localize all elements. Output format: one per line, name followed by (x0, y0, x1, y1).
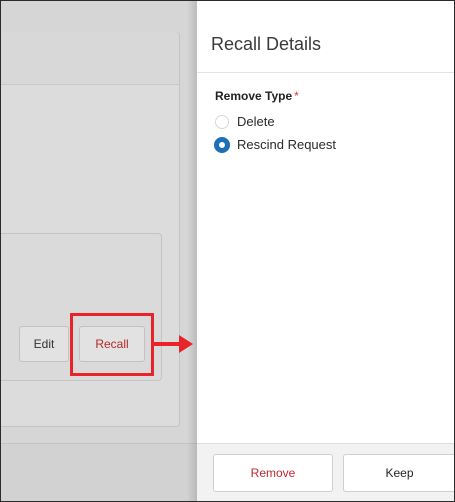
screenshot-frame: Edit Recall Recall Details Remove Type * … (0, 0, 455, 502)
radio-option-rescind-request[interactable]: Rescind Request (215, 137, 336, 152)
recall-details-panel: Recall Details Remove Type * Delete Resci… (197, 1, 454, 501)
background-footer (1, 443, 197, 501)
edit-button[interactable]: Edit (19, 326, 69, 362)
callout-arrow-icon (179, 335, 193, 353)
panel-shadow (187, 1, 197, 501)
panel-header: Recall Details (197, 1, 454, 73)
keep-button[interactable]: Keep (343, 454, 454, 492)
remove-type-label-text: Remove Type (215, 89, 293, 103)
panel-footer: Remove Keep (197, 443, 454, 501)
radio-option-label: Delete (237, 114, 275, 129)
radio-option-delete[interactable]: Delete (215, 114, 275, 129)
remove-button[interactable]: Remove (213, 454, 333, 492)
panel-title: Recall Details (211, 34, 322, 54)
radio-selected-icon[interactable] (215, 137, 229, 152)
background-card-header (1, 32, 179, 85)
radio-unselected-icon[interactable] (215, 114, 229, 129)
remove-type-label: Remove Type * (215, 89, 299, 103)
radio-option-label: Rescind Request (237, 137, 336, 152)
callout-arrow-line (154, 342, 182, 346)
recall-highlight-callout (70, 313, 154, 376)
required-indicator: * (294, 89, 299, 103)
